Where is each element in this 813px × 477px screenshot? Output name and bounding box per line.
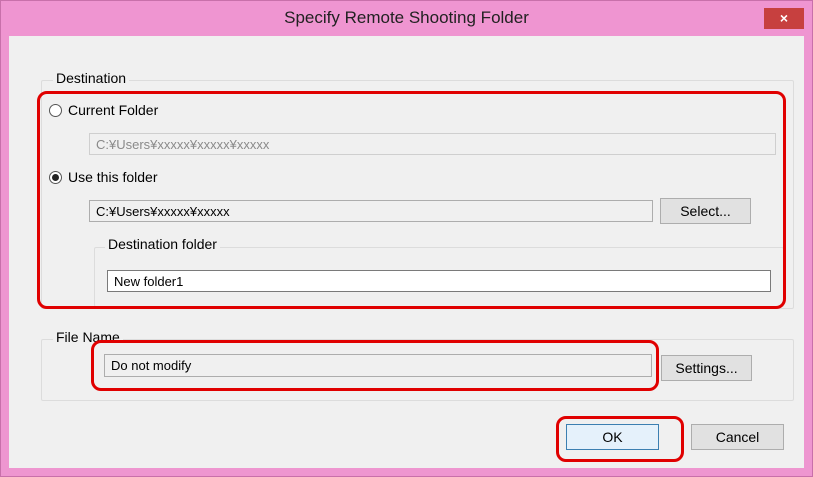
dialog-body: Destination Current Folder C:¥Users¥xxxx…: [9, 36, 804, 468]
destination-group-label: Destination: [53, 70, 130, 86]
dialog-window: Specify Remote Shooting Folder × Destina…: [0, 0, 813, 477]
use-this-folder-label: Use this folder: [68, 169, 158, 185]
close-button[interactable]: ×: [764, 8, 804, 29]
current-folder-radio[interactable]: Current Folder: [49, 100, 158, 120]
select-folder-button[interactable]: Select...: [660, 198, 751, 224]
use-this-folder-radio[interactable]: Use this folder: [49, 167, 157, 187]
close-icon: ×: [779, 10, 789, 26]
current-folder-label: Current Folder: [68, 102, 159, 118]
destination-folder-group-label: Destination folder: [105, 236, 220, 252]
title-bar[interactable]: Specify Remote Shooting Folder ×: [1, 1, 812, 35]
dialog-title: Specify Remote Shooting Folder: [284, 8, 529, 27]
destination-folder-input[interactable]: New folder1: [107, 270, 771, 292]
file-name-value: Do not modify: [104, 354, 652, 377]
use-this-folder-radio-circle[interactable]: [49, 170, 62, 184]
current-folder-path: C:¥Users¥xxxxx¥xxxxx¥xxxxx: [89, 133, 776, 155]
file-name-group-label: File Name: [53, 329, 123, 345]
current-folder-radio-circle[interactable]: [49, 103, 62, 117]
cancel-button[interactable]: Cancel: [691, 424, 784, 450]
ok-button[interactable]: OK: [566, 424, 659, 450]
use-this-folder-path: C:¥Users¥xxxxx¥xxxxx: [89, 200, 653, 222]
file-name-settings-button[interactable]: Settings...: [661, 355, 752, 381]
